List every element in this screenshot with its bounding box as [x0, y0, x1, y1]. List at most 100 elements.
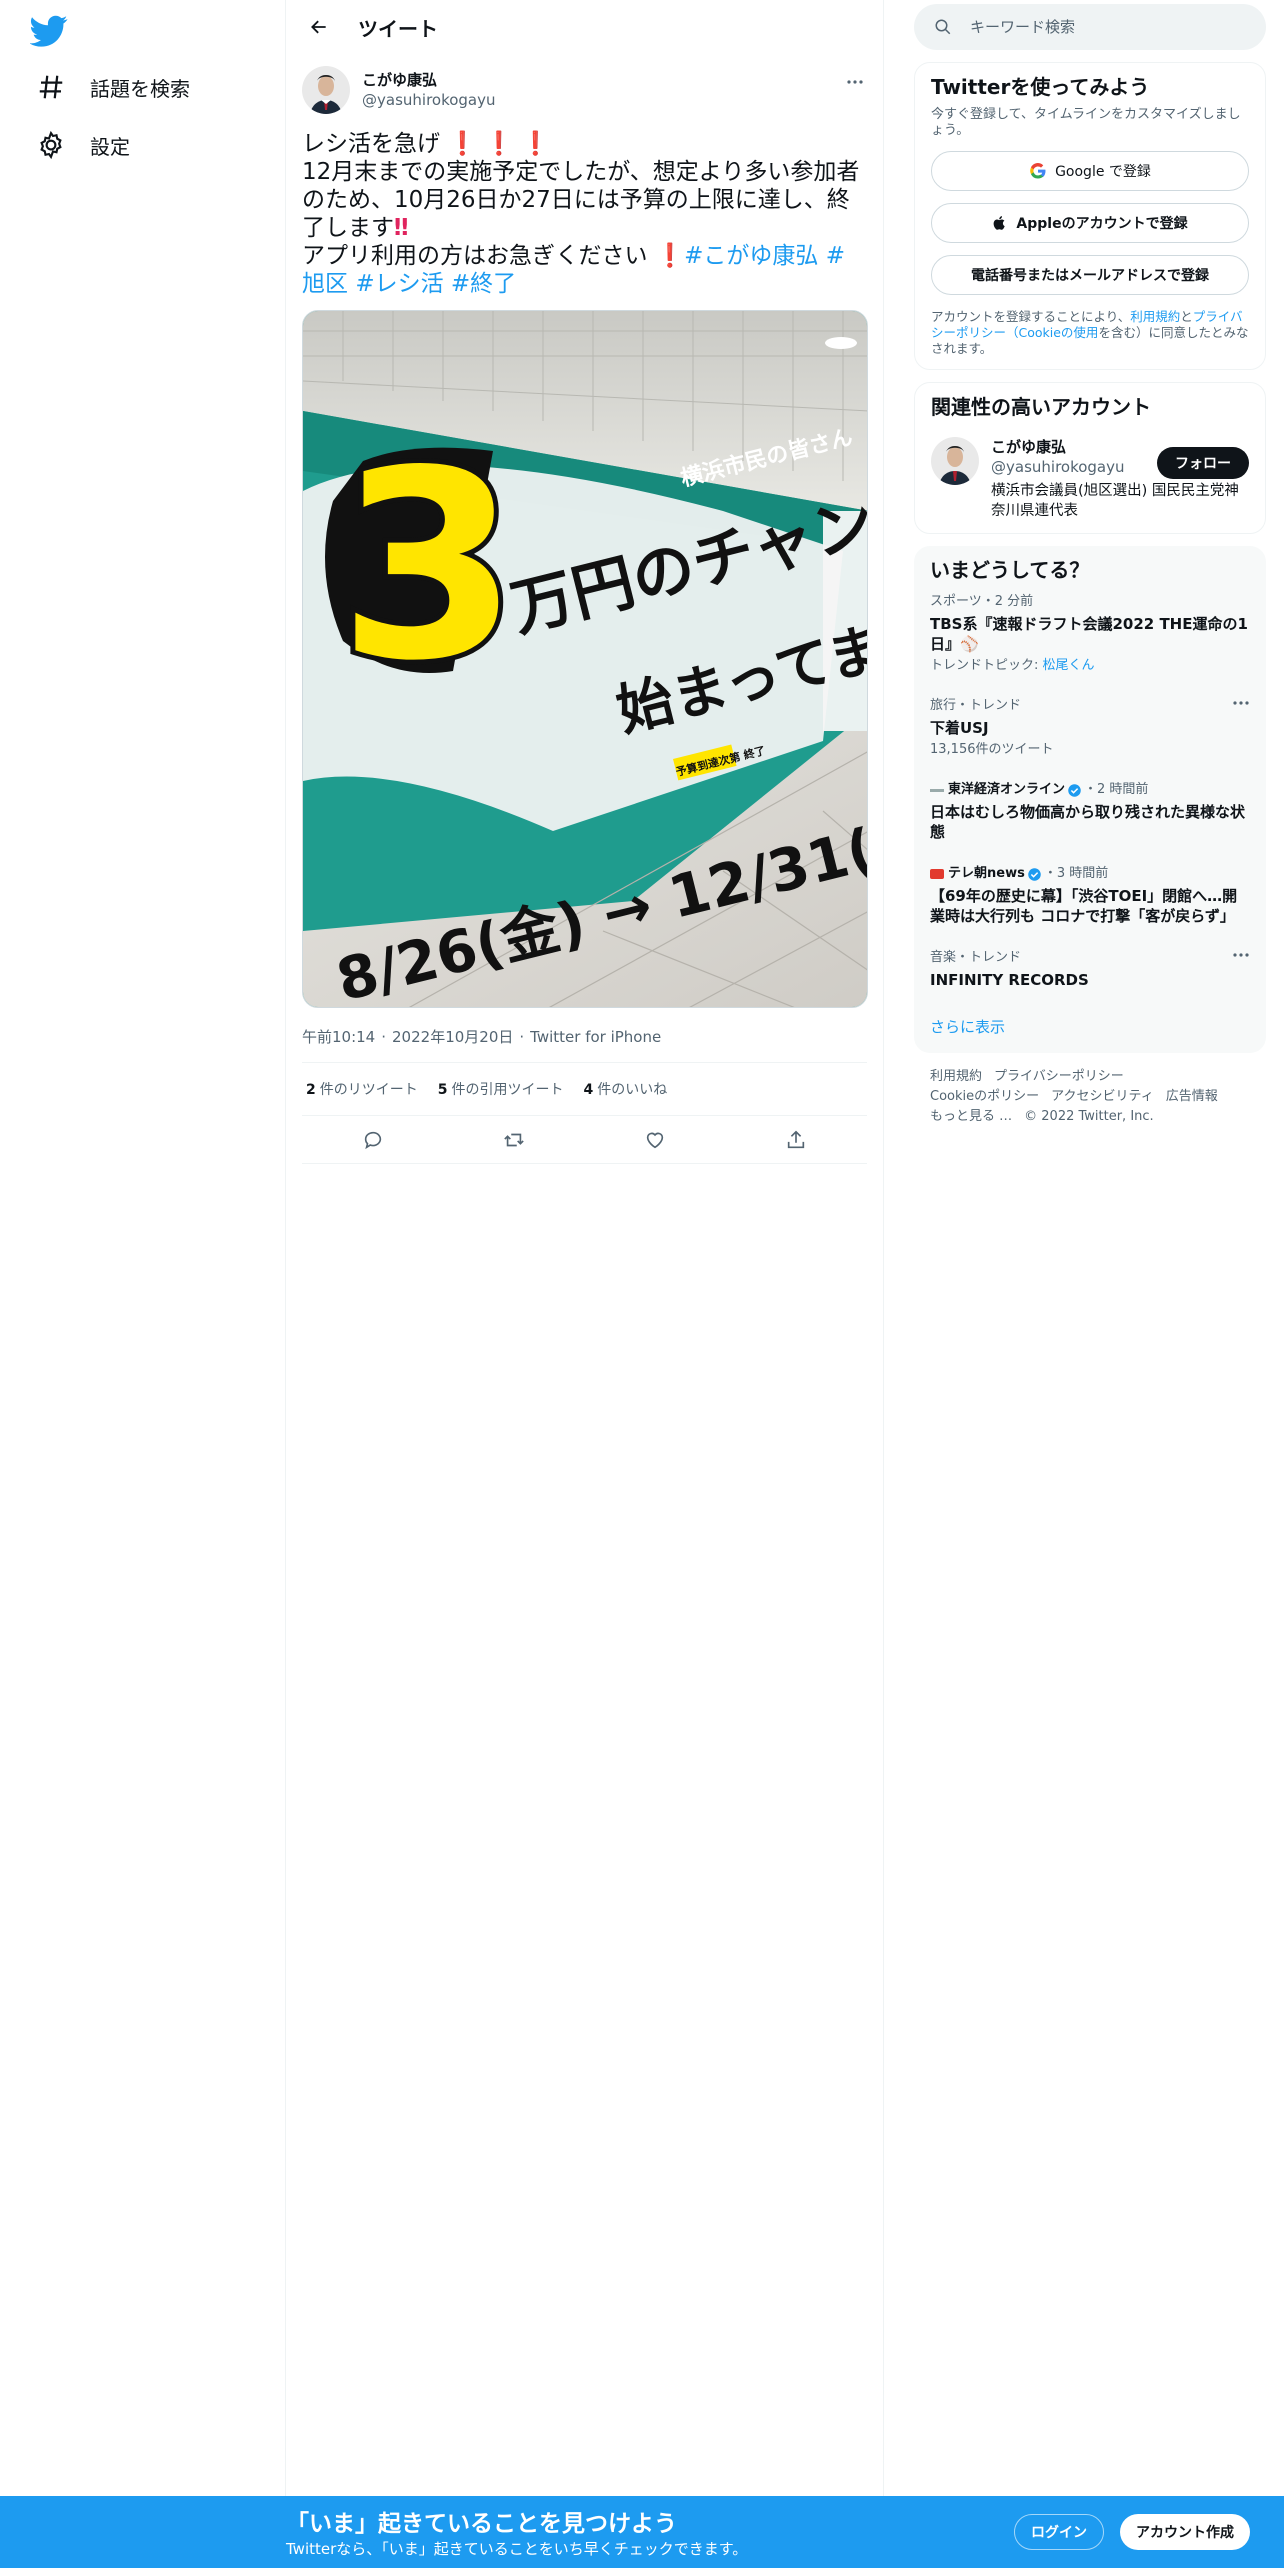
tweet-date[interactable]: 2022年10月20日	[392, 1028, 513, 1046]
more-icon	[1232, 700, 1250, 706]
reply-icon	[362, 1129, 384, 1151]
share-button[interactable]	[779, 1123, 813, 1157]
more-icon	[846, 79, 864, 85]
trend-more-button[interactable]	[1232, 700, 1250, 706]
like-count[interactable]: 4 件のいいね	[584, 1079, 668, 1099]
footer-links: 利用規約 プライバシーポリシー Cookieのポリシー アクセシビリティ 広告情報 も…	[914, 1053, 1266, 1141]
google-signup-button[interactable]: Google で登録	[931, 151, 1249, 191]
tweet-timestamp: 午前10:14 · 2022年10月20日 · Twitter for iPhone	[302, 1028, 662, 1046]
show-more-link[interactable]: さらに表示	[914, 1002, 1266, 1043]
apple-signup-label: Appleのアカウントで登録	[1016, 216, 1188, 232]
sidebar-item-explore[interactable]: 話題を検索	[26, 59, 200, 115]
trend-name: 下着USJ	[930, 719, 989, 737]
signup-legal-text: アカウントを登録することにより、利用規約とプライバシーポリシー（Cookieの使…	[931, 309, 1249, 356]
signup-button[interactable]: アカウント作成	[1120, 2514, 1250, 2550]
trend-context: 音楽・トレンド	[930, 950, 1022, 965]
trend-context: 旅行・トレンド	[930, 698, 1022, 713]
sidebar-item-label: 話題を検索	[90, 76, 190, 101]
retweet-button[interactable]	[497, 1123, 531, 1157]
quote-tweet-count[interactable]: 5 件の引用ツイート	[438, 1079, 564, 1099]
search-icon	[934, 18, 952, 36]
tweet-photo[interactable]: 3 万円のチャンス 始まってます! 横浜市民の皆さん 予算到達次第 終了 8/2…	[302, 310, 868, 1008]
follow-button[interactable]: フォロー	[1157, 447, 1249, 479]
copyright: © 2022 Twitter, Inc.	[1024, 1109, 1154, 1124]
reply-button[interactable]	[356, 1123, 390, 1157]
footer-link[interactable]: Cookieのポリシー	[930, 1089, 1039, 1104]
signup-card-title: Twitterを使ってみよう	[931, 75, 1150, 99]
double-exclamation-icon: ‼	[394, 215, 409, 241]
footer-link[interactable]: 利用規約	[930, 1069, 982, 1084]
footer-link[interactable]: アクセシビリティ	[1051, 1089, 1154, 1104]
exclamation-icon: ❗ ❗ ❗	[440, 131, 550, 157]
phone-email-signup-label: 電話番号またはメールアドレスで登録	[971, 268, 1209, 284]
verified-icon	[1025, 867, 1044, 882]
hash-icon	[36, 72, 66, 102]
tweet-actions	[302, 1116, 867, 1164]
author-username[interactable]: @yasuhirokogayu	[362, 90, 496, 110]
more-options-button[interactable]	[843, 70, 867, 94]
hashtag-link[interactable]: #終了	[451, 271, 516, 297]
news-item[interactable]: 東洋経済オンライン ・2 時間前 日本はむしろ物価高から取り残された異様な状態	[914, 770, 1266, 854]
signup-card: Twitterを使ってみよう 今すぐ登録して、タイムラインをカスタマイズしましょ…	[914, 62, 1266, 370]
news-time: ・3 時間前	[1043, 866, 1109, 881]
page-title: ツイート	[358, 16, 438, 41]
avatar[interactable]	[931, 437, 979, 485]
tweet-text: レシ活を急げ ❗ ❗ ❗ 12月末までの実施予定でしたが、想定より多い参加者のた…	[302, 130, 867, 298]
trends-card: いまどうしてる？ スポーツ・2 分前 TBS系『速報ドラフト会議2022 THE…	[914, 546, 1266, 1053]
login-button[interactable]: ログイン	[1014, 2514, 1104, 2550]
account-bio: 横浜市会議員(旭区選出) 国民民主党神奈川県連代表	[991, 483, 1239, 519]
arrow-left-icon	[309, 17, 329, 37]
banner-title: 「いま」起きていることを見つけよう	[286, 2511, 677, 2537]
search-box[interactable]	[914, 4, 1266, 50]
like-button[interactable]	[638, 1123, 672, 1157]
trend-more-button[interactable]	[1232, 952, 1250, 958]
tweet-text-line2: 12月末までの実施予定でしたが、想定より多い参加者のため、10月26日か27日に…	[302, 159, 860, 241]
tweet-source[interactable]: Twitter for iPhone	[530, 1028, 661, 1046]
trend-name: INFINITY RECORDS	[930, 971, 1089, 989]
poster-big-number: 3	[338, 416, 519, 718]
back-button[interactable]	[302, 10, 336, 44]
hashtag-link[interactable]: #レシ活	[355, 271, 443, 297]
news-time: ・2 時間前	[1084, 782, 1149, 797]
tweet-stats: 2 件のリツイート 5 件の引用ツイート 4 件のいいね	[302, 1062, 867, 1116]
apple-signup-button[interactable]: Appleのアカウントで登録	[931, 203, 1249, 243]
news-headline: 日本はむしろ物価高から取り残された異様な状態	[930, 803, 1246, 841]
footer-more-link[interactable]: もっと見る …	[930, 1109, 1012, 1124]
main-column: ツイート こがゆ康弘 @yasuhirokogayu レシ活を急げ ❗ ❗ ❗ …	[286, 0, 884, 2568]
banner-subtitle: Twitterなら、「いま」起きていることをいち早くチェックできます。	[286, 2540, 748, 2558]
hashtag-link[interactable]: #こがゆ康弘	[684, 243, 818, 269]
trend-tweet-count: 13,156件のツイート	[930, 742, 1054, 757]
trend-topic-link[interactable]: 松尾くん	[1043, 658, 1095, 673]
relevant-accounts-card: 関連性の高いアカウント こがゆ康弘 @yasuhirokogayu 横浜市会議員…	[914, 382, 1266, 534]
trend-extra: トレンドトピック: 松尾くん	[930, 658, 1095, 673]
phone-email-signup-button[interactable]: 電話番号またはメールアドレスで登録	[931, 255, 1249, 295]
footer-link[interactable]: プライバシーポリシー	[994, 1069, 1124, 1084]
news-headline: 【69年の歴史に幕】「渋谷TOEI」閉館へ…開業時は大行列も コロナで打撃「客が…	[930, 887, 1238, 925]
search-input[interactable]	[970, 18, 1240, 36]
tweet-time[interactable]: 午前10:14	[302, 1028, 375, 1046]
share-icon	[785, 1129, 807, 1151]
footer-link[interactable]: 広告情報	[1166, 1089, 1218, 1104]
verified-icon	[1065, 783, 1084, 798]
trend-item[interactable]: 旅行・トレンド 下着USJ 13,156件のツイート	[914, 686, 1266, 770]
trends-title: いまどうしてる？	[930, 558, 1090, 582]
trend-item[interactable]: スポーツ・2 分前 TBS系『速報ドラフト会議2022 THE運命の1日』⚾ ト…	[914, 582, 1266, 686]
left-sidebar: 話題を検索 設定	[0, 0, 286, 2568]
signup-banner: 「いま」起きていることを見つけよう Twitterなら、「いま」起きていることを…	[0, 2496, 1284, 2568]
trend-item[interactable]: 音楽・トレンド INFINITY RECORDS	[914, 938, 1266, 1002]
author-display-name[interactable]: こがゆ康弘	[362, 70, 496, 90]
avatar[interactable]	[302, 66, 350, 114]
terms-link[interactable]: 利用規約	[1130, 309, 1180, 324]
sidebar-item-settings[interactable]: 設定	[26, 117, 140, 173]
news-item[interactable]: テレ朝news ・3 時間前 【69年の歴史に幕】「渋谷TOEI」閉館へ…開業時は…	[914, 854, 1266, 938]
retweet-count[interactable]: 2 件のリツイート	[306, 1079, 418, 1099]
trend-name: TBS系『速報ドラフト会議2022 THE運命の1日』⚾	[930, 615, 1248, 653]
retweet-icon	[503, 1129, 525, 1151]
relevant-accounts-title: 関連性の高いアカウント	[931, 395, 1151, 419]
news-source-logo-icon	[930, 788, 944, 792]
more-icon	[1232, 952, 1250, 958]
twitter-logo-icon[interactable]	[30, 12, 68, 50]
tweet: こがゆ康弘 @yasuhirokogayu レシ活を急げ ❗ ❗ ❗ 12月末ま…	[286, 54, 883, 1164]
sidebar-item-label: 設定	[90, 134, 130, 159]
news-source: 東洋経済オンライン	[948, 782, 1066, 797]
